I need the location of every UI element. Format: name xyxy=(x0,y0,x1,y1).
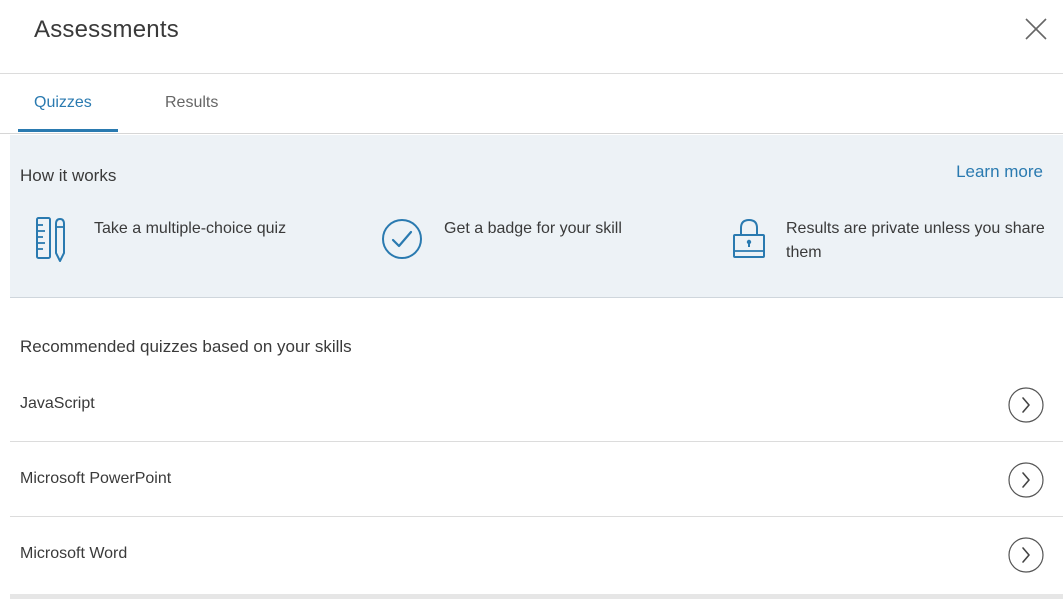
close-icon xyxy=(1025,18,1047,40)
page-title: Assessments xyxy=(34,16,179,43)
tab-bar: Quizzes Results xyxy=(0,74,1063,134)
modal-header: Assessments xyxy=(0,0,1063,74)
step-private-results: Results are private unless you share the… xyxy=(726,215,1046,271)
recommended-title: Recommended quizzes based on your skills xyxy=(20,337,352,356)
quiz-item-javascript[interactable]: JavaScript xyxy=(10,367,1063,442)
chevron-right-circle-icon[interactable] xyxy=(1008,537,1044,573)
quiz-item-microsoft-word[interactable]: Microsoft Word xyxy=(10,517,1063,595)
lock-icon xyxy=(733,218,765,258)
bottom-divider xyxy=(10,594,1063,599)
chevron-right-circle-icon[interactable] xyxy=(1008,387,1044,423)
step-get-badge: Get a badge for your skill xyxy=(376,215,696,271)
tab-quizzes[interactable]: Quizzes xyxy=(34,94,92,112)
chevron-right-circle-icon[interactable] xyxy=(1008,462,1044,498)
quiz-name: JavaScript xyxy=(20,395,95,412)
step-take-quiz-text: Take a multiple-choice quiz xyxy=(94,220,287,237)
ruler-pencil-icon xyxy=(36,217,65,262)
step-private-results-text: Results are private unless you share the… xyxy=(786,220,1045,261)
quiz-name: Microsoft Word xyxy=(20,545,128,562)
assessments-modal: Assessments Quizzes Results How it works… xyxy=(0,0,1063,599)
tab-results[interactable]: Results xyxy=(165,94,218,112)
check-circle-icon xyxy=(382,219,422,259)
how-it-works-panel: How it works Learn more Take a multiple-… xyxy=(10,135,1063,298)
how-it-works-title: How it works xyxy=(20,166,117,185)
close-button[interactable] xyxy=(1023,16,1049,42)
quiz-list: JavaScript Microsoft PowerPoint Microsof… xyxy=(10,367,1063,595)
learn-more-link[interactable]: Learn more xyxy=(956,162,1043,182)
active-tab-indicator xyxy=(18,129,118,132)
step-get-badge-text: Get a badge for your skill xyxy=(444,220,622,237)
quiz-item-microsoft-powerpoint[interactable]: Microsoft PowerPoint xyxy=(10,442,1063,517)
quiz-name: Microsoft PowerPoint xyxy=(20,470,172,487)
step-take-quiz: Take a multiple-choice quiz xyxy=(25,215,286,271)
